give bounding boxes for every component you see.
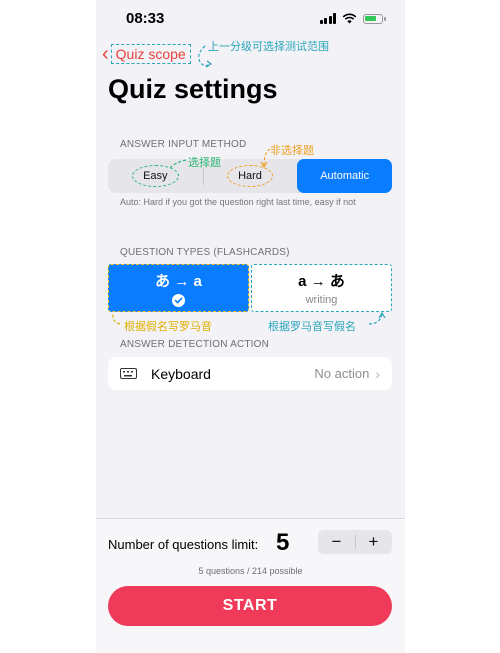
keyboard-row-label: Keyboard: [151, 365, 211, 382]
answer-input-segmented-control: Easy Hard Automatic: [108, 159, 393, 193]
status-bar: 08:33: [96, 10, 405, 30]
back-label: Quiz scope: [110, 44, 191, 64]
question-types-header: QUESTION TYPES (FLASHCARDS): [120, 247, 290, 258]
segment-hard-label: Hard: [227, 165, 273, 187]
question-type-kana-to-romaji[interactable]: あ → a: [108, 264, 249, 312]
question-type-romaji-to-kana[interactable]: a → あ writing: [251, 264, 392, 312]
page-title: Quiz settings: [108, 74, 278, 104]
annotation-non-choice: 非选择题: [270, 144, 314, 157]
possible-count: 5 questions / 214 possible: [198, 566, 303, 576]
keyboard-row-value: No action: [314, 366, 370, 381]
limit-label: Number of questions limit:: [108, 537, 259, 552]
limit-stepper: − +: [318, 530, 392, 554]
annotation-choice: 选择题: [188, 156, 221, 169]
start-button[interactable]: START: [108, 586, 392, 626]
segment-automatic-label: Automatic: [320, 170, 370, 182]
detection-header: ANSWER DETECTION ACTION: [120, 339, 270, 350]
decrement-button[interactable]: −: [318, 530, 355, 554]
signal-icon: [319, 13, 336, 24]
segment-easy-label: Easy: [132, 165, 179, 187]
answer-input-header: ANSWER INPUT METHOD: [120, 139, 247, 150]
chevron-left-icon: ‹: [102, 43, 109, 65]
answer-input-footnote: Auto: Hard if you got the question right…: [120, 197, 356, 207]
back-button[interactable]: ‹ Quiz scope: [102, 44, 191, 64]
wifi-icon: [342, 13, 357, 24]
status-time: 08:33: [126, 10, 165, 27]
annotation-scope: 上一分级可选择测试范围: [208, 40, 329, 53]
question-type-main: あ → a: [155, 272, 202, 290]
bottom-panel: Number of questions limit: 5 − + 5 quest…: [96, 518, 405, 653]
question-type-main: a → あ: [298, 273, 345, 290]
status-icons: [319, 13, 386, 24]
chevron-right-icon: ›: [375, 365, 380, 382]
battery-icon: [363, 13, 386, 24]
annotation-romaji-to-kana: 根据罗马音写假名: [268, 320, 356, 333]
segment-automatic[interactable]: Automatic: [297, 159, 393, 193]
keyboard-icon: [120, 368, 137, 379]
limit-value: 5: [276, 529, 290, 556]
keyboard-row[interactable]: Keyboard No action ›: [108, 357, 392, 390]
checkmark-icon: [172, 293, 185, 307]
increment-button[interactable]: +: [355, 530, 392, 554]
annotation-kana-to-romaji: 根据假名写罗马音: [124, 320, 212, 333]
question-type-sub: writing: [305, 294, 338, 306]
question-types: あ → a a → あ writing: [108, 264, 392, 312]
